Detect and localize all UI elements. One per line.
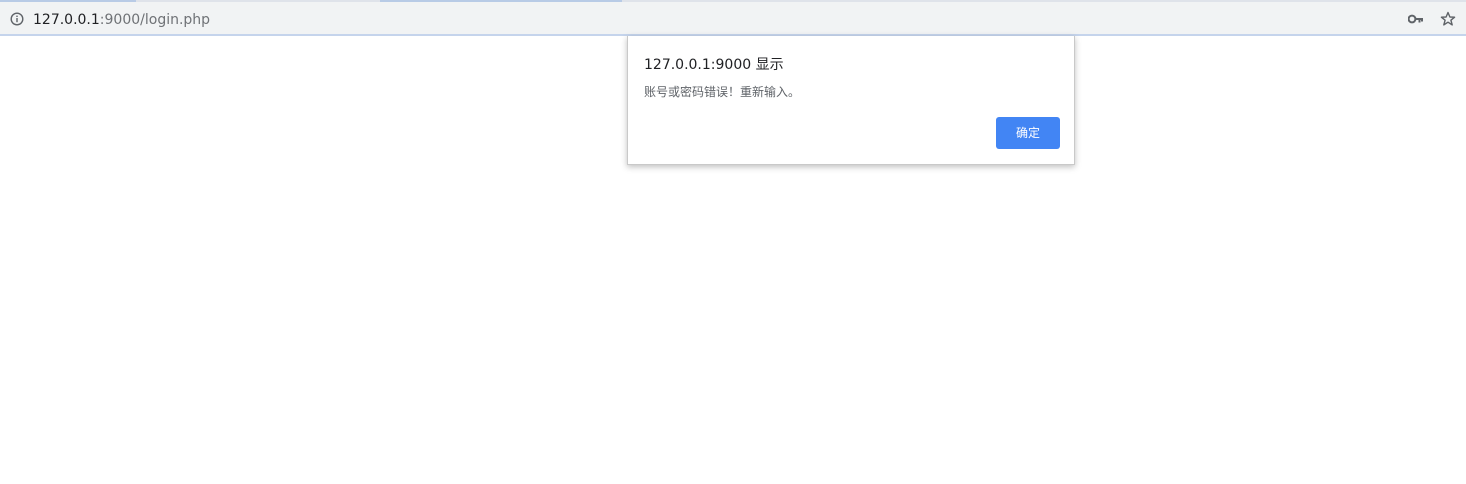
url-host: 127.0.0.1 — [33, 12, 100, 28]
url-text[interactable]: 127.0.0.1:9000/login.php — [33, 11, 210, 29]
key-icon[interactable] — [1408, 13, 1424, 25]
url-path: :9000/login.php — [99, 12, 211, 28]
dialog-title: 127.0.0.1:9000 显示 — [644, 57, 784, 73]
info-icon[interactable] — [10, 12, 24, 26]
alert-dialog: 127.0.0.1:9000 显示 账号或密码错误！重新输入。 确定 — [627, 36, 1075, 165]
dialog-message: 账号或密码错误！重新输入。 — [644, 85, 801, 99]
ok-button[interactable]: 确定 — [996, 117, 1060, 149]
star-icon[interactable] — [1440, 11, 1456, 27]
address-bar[interactable]: 127.0.0.1:9000/login.php — [0, 2, 1466, 36]
